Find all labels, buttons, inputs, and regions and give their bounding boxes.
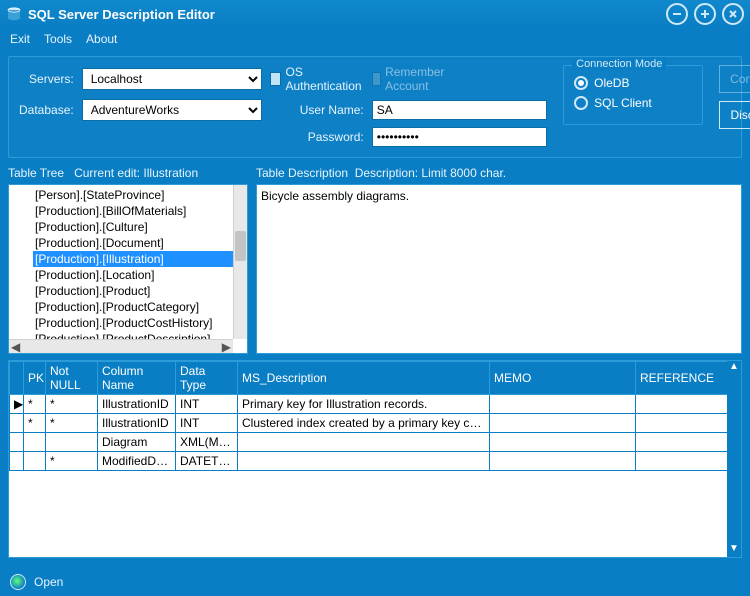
grid-vscrollbar[interactable]: ▲▼ <box>727 361 741 557</box>
grid-cell[interactable] <box>490 414 636 433</box>
menu-tools[interactable]: Tools <box>44 32 72 46</box>
grid-cell[interactable] <box>10 433 24 452</box>
grid-cell[interactable]: IllustrationID <box>98 414 176 433</box>
user-input[interactable] <box>372 100 547 120</box>
close-button[interactable] <box>722 3 744 25</box>
servers-label: Servers: <box>19 72 74 86</box>
remember-checkbox: Remember Account <box>372 65 449 93</box>
os-auth-checkbox[interactable]: OS Authentication <box>270 65 364 93</box>
menu-exit[interactable]: Exit <box>10 32 30 46</box>
database-select[interactable]: AdventureWorks <box>82 99 262 121</box>
database-label: Database: <box>19 103 74 117</box>
connection-mode-legend: Connection Mode <box>572 58 666 70</box>
grid-cell[interactable]: Diagram <box>98 433 176 452</box>
grid-cell[interactable]: Primary key for Illustration records. <box>238 395 490 414</box>
tree-item[interactable]: [Production].[Culture] <box>33 219 233 235</box>
grid-header-cell[interactable] <box>10 362 24 395</box>
grid-cell[interactable]: DATETIME <box>176 452 238 471</box>
description-header: Table Description Description: Limit 800… <box>256 166 742 180</box>
description-textarea[interactable]: Bicycle assembly diagrams. <box>256 184 742 354</box>
grid-cell[interactable]: Clustered index created by a primary key… <box>238 414 490 433</box>
grid-cell[interactable] <box>490 452 636 471</box>
table-row[interactable]: ▶**IllustrationIDINTPrimary key for Illu… <box>10 395 741 414</box>
servers-select[interactable]: Localhost <box>82 68 262 90</box>
connection-button: Connection <box>719 65 750 93</box>
grid-cell[interactable] <box>238 452 490 471</box>
user-label: User Name: <box>270 103 364 117</box>
grid-cell[interactable] <box>238 433 490 452</box>
connection-panel: Servers: Localhost OS Authentication Rem… <box>8 56 742 158</box>
grid-cell[interactable] <box>636 414 741 433</box>
menu-about[interactable]: About <box>86 32 117 46</box>
grid-header-cell[interactable]: PK <box>24 362 46 395</box>
table-row[interactable]: DiagramXML(MAX) <box>10 433 741 452</box>
titlebar: SQL Server Description Editor <box>0 0 750 28</box>
grid-cell[interactable]: * <box>24 414 46 433</box>
table-row[interactable]: **IllustrationIDINTClustered index creat… <box>10 414 741 433</box>
grid-cell[interactable]: * <box>46 452 98 471</box>
tree-item[interactable]: [Production].[Location] <box>33 267 233 283</box>
grid-cell[interactable]: ModifiedDate <box>98 452 176 471</box>
grid-cell[interactable]: IllustrationID <box>98 395 176 414</box>
grid-cell[interactable]: XML(MAX) <box>176 433 238 452</box>
grid-cell[interactable] <box>46 433 98 452</box>
maximize-button[interactable] <box>694 3 716 25</box>
tree-vscrollbar[interactable] <box>233 185 247 339</box>
tree-hscrollbar[interactable]: ◀▶ <box>9 339 233 353</box>
tree-item[interactable]: [Production].[Product] <box>33 283 233 299</box>
table-tree[interactable]: [Person].[StateProvince][Production].[Bi… <box>8 184 248 354</box>
grid-cell[interactable] <box>636 452 741 471</box>
grid-cell[interactable] <box>636 433 741 452</box>
password-label: Password: <box>270 130 364 144</box>
grid-cell[interactable]: ▶ <box>10 395 24 414</box>
grid-cell[interactable] <box>10 452 24 471</box>
grid-header-cell[interactable]: MEMO <box>490 362 636 395</box>
grid-cell[interactable] <box>24 433 46 452</box>
status-text: Open <box>34 575 63 589</box>
disconnect-button[interactable]: Disconnect <box>719 101 750 129</box>
radio-sqlclient[interactable]: SQL Client <box>574 96 692 110</box>
grid-header-cell[interactable]: MS_Description <box>238 362 490 395</box>
grid-cell[interactable] <box>636 395 741 414</box>
table-row[interactable]: *ModifiedDateDATETIME <box>10 452 741 471</box>
status-icon <box>10 574 26 590</box>
connection-mode-group: Connection Mode OleDB SQL Client <box>563 65 703 125</box>
grid-cell[interactable]: * <box>24 395 46 414</box>
radio-oledb[interactable]: OleDB <box>574 76 692 90</box>
grid-cell[interactable]: INT <box>176 395 238 414</box>
app-icon <box>6 6 22 22</box>
grid-cell[interactable]: * <box>46 414 98 433</box>
grid-cell[interactable] <box>24 452 46 471</box>
tree-item[interactable]: [Production].[ProductDescription] <box>33 331 233 339</box>
grid-cell[interactable]: * <box>46 395 98 414</box>
password-input[interactable] <box>372 127 547 147</box>
columns-grid[interactable]: PKNot NULLColumn NameData TypeMS_Descrip… <box>8 360 742 558</box>
app-title: SQL Server Description Editor <box>28 7 215 22</box>
grid-header-cell[interactable]: Not NULL <box>46 362 98 395</box>
tree-item[interactable]: [Production].[BillOfMaterials] <box>33 203 233 219</box>
grid-header-cell[interactable]: REFERENCE <box>636 362 741 395</box>
grid-cell[interactable]: INT <box>176 414 238 433</box>
grid-header-cell[interactable]: Data Type <box>176 362 238 395</box>
tree-item[interactable]: [Production].[ProductCostHistory] <box>33 315 233 331</box>
menubar: Exit Tools About <box>0 28 750 50</box>
tree-header: Table Tree Current edit: Illustration <box>8 166 248 180</box>
tree-item[interactable]: [Person].[StateProvince] <box>33 187 233 203</box>
minimize-button[interactable] <box>666 3 688 25</box>
status-bar: Open <box>0 568 750 596</box>
grid-header-cell[interactable]: Column Name <box>98 362 176 395</box>
grid-cell[interactable] <box>10 414 24 433</box>
grid-cell[interactable] <box>490 433 636 452</box>
grid-cell[interactable] <box>490 395 636 414</box>
tree-item[interactable]: [Production].[ProductCategory] <box>33 299 233 315</box>
tree-item[interactable]: [Production].[Illustration] <box>33 251 233 267</box>
tree-item[interactable]: [Production].[Document] <box>33 235 233 251</box>
